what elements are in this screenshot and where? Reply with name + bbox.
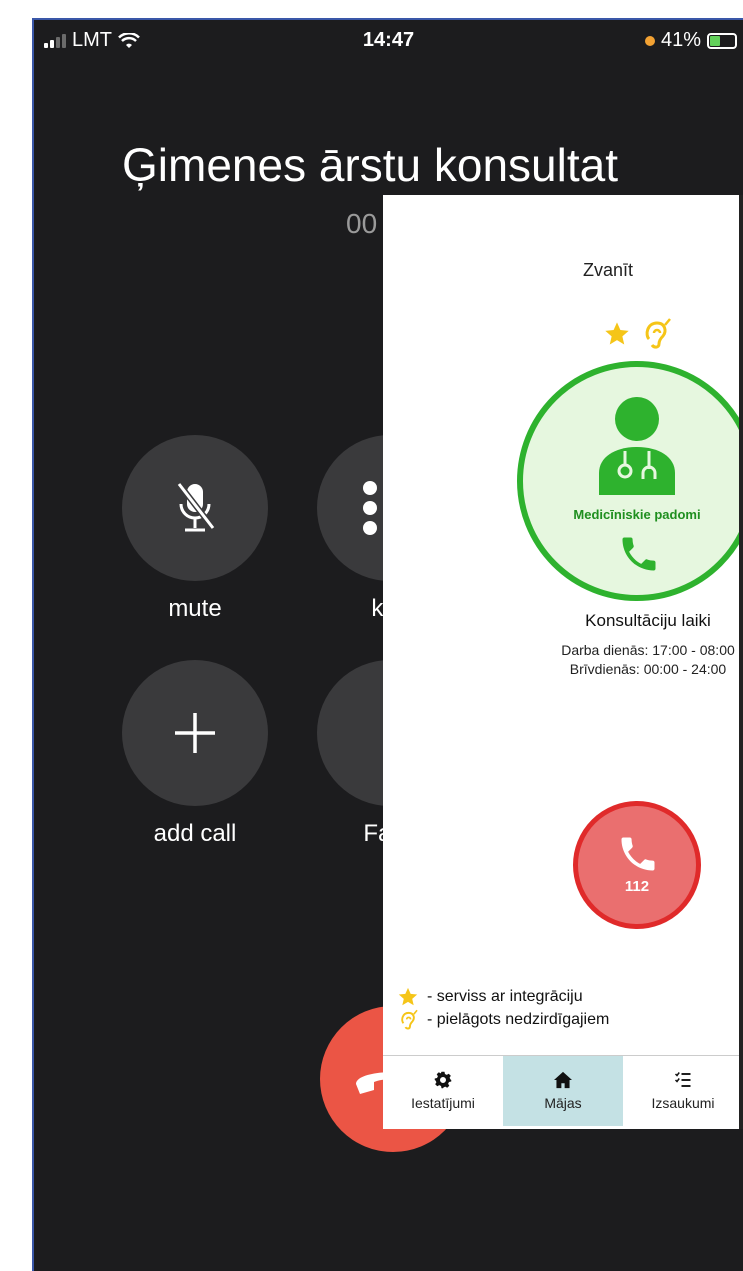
home-icon	[554, 1071, 572, 1089]
legend-text-deaf: - pielāgots nedzirdīgajiem	[427, 1010, 610, 1028]
medical-advice-call-button[interactable]: Medicīniskie padomi	[517, 361, 743, 601]
app-header-title: Zvanīt	[582, 260, 634, 280]
hotline-app-overlay: Zvanīt Medicīniskie padomi Konsultāciju …	[383, 195, 743, 1129]
bottom-tab-bar: Iestatījumi Mājas Izsaukumi	[383, 1055, 743, 1126]
tab-calls-label: Izsaukumi	[651, 1095, 715, 1111]
mic-indicator-dot	[644, 35, 655, 46]
consultation-hours-title: Konsultāciju laiki	[585, 611, 711, 630]
consultation-hours: Darba dienās: 17:00 - 08:00 Brīvdienās: …	[523, 641, 743, 679]
hours-weekdays: Darba dienās: 17:00 - 08:00	[561, 642, 735, 658]
overlay-right-edge	[739, 195, 743, 1129]
phone-icon	[621, 837, 655, 871]
add-call-button[interactable]	[122, 660, 268, 806]
mute-label: mute	[168, 595, 222, 622]
service-badges	[603, 317, 673, 351]
tab-settings-label: Iestatījumi	[411, 1095, 475, 1111]
hours-weekend: Brīvdienās: 00:00 - 24:00	[569, 661, 727, 677]
checklist-icon	[674, 1072, 691, 1087]
star-icon	[605, 322, 629, 345]
status-right: 41%	[644, 29, 737, 52]
plus-icon	[175, 713, 215, 753]
tab-calls[interactable]: Izsaukumi	[623, 1056, 743, 1126]
legend-row-integration: - serviss ar integrāciju	[397, 985, 609, 1008]
battery-percent: 41%	[660, 29, 701, 51]
battery-icon	[707, 32, 737, 49]
legend-row-deaf: - pielāgots nedzirdīgajiem	[397, 1008, 609, 1031]
gear-icon	[434, 1071, 452, 1089]
add-call-label: add call	[153, 820, 237, 847]
ear-icon	[645, 318, 671, 349]
tab-settings[interactable]: Iestatījumi	[383, 1056, 503, 1126]
legend-text-integration: - serviss ar integrāciju	[427, 987, 583, 1005]
ear-icon	[401, 1009, 418, 1029]
call-contact-name: Ģimenes ārstu konsultat	[122, 139, 619, 191]
call-timer: 00	[346, 208, 378, 239]
emergency-number: 112	[624, 878, 650, 895]
phone-icon	[622, 537, 656, 571]
emergency-call-button[interactable]: 112	[573, 801, 701, 929]
mic-slash-icon	[176, 482, 216, 532]
mute-button[interactable]	[122, 435, 268, 581]
star-icon	[398, 987, 418, 1005]
doctor-icon	[599, 397, 675, 495]
tab-home-label: Mājas	[544, 1095, 582, 1111]
status-time: 14:47	[362, 29, 415, 51]
legend: - serviss ar integrāciju - pielāgots ned…	[397, 985, 609, 1031]
tab-home[interactable]: Mājas	[503, 1056, 623, 1126]
status-bar: LMT 14:47 41%	[34, 20, 743, 60]
medical-advice-label: Medicīniskie padomi	[573, 507, 701, 522]
